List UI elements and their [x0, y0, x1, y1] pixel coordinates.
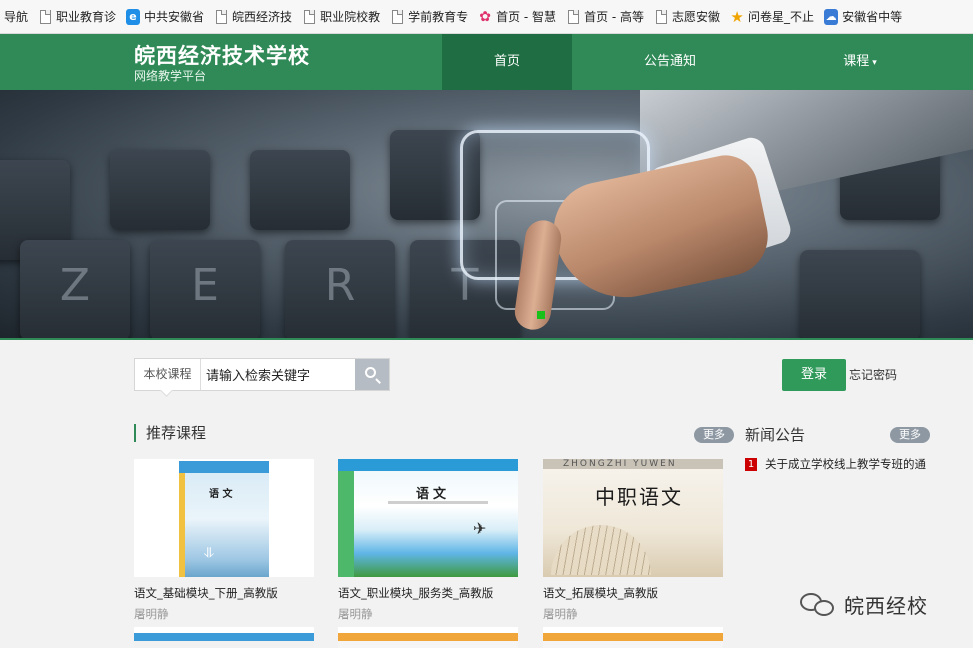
keyboard-key-decor: Z	[20, 240, 130, 338]
login-button[interactable]: 登录	[782, 359, 846, 391]
keyboard-key-decor	[250, 150, 350, 230]
chevron-down-icon: ▾	[872, 58, 877, 68]
bookmark-item[interactable]: 导航	[0, 5, 34, 29]
forgot-password-link[interactable]: 忘记密码	[849, 366, 897, 383]
bookmark-item[interactable]: ✿ 首页 - 智慧	[474, 5, 562, 29]
site-title[interactable]: 皖西经济技术学校	[134, 40, 310, 70]
course-title[interactable]: 语文_职业模块_服务类_高教版	[338, 585, 518, 601]
course-author: 屠明静	[134, 607, 169, 621]
nav-notice-label: 公告通知	[643, 54, 696, 69]
news-title: 新闻公告	[745, 426, 806, 444]
course-author: 屠明静	[543, 607, 578, 621]
search-box: 本校课程	[134, 358, 390, 391]
wechat-icon	[800, 591, 840, 619]
page-icon	[654, 9, 668, 25]
bookmark-item[interactable]: ☁ 安徽省中等	[820, 5, 908, 29]
wechat-watermark: 皖西经校	[800, 590, 928, 619]
course-cover[interactable]: 语 文 ⥥	[134, 459, 314, 577]
bookmark-label: 安徽省中等	[842, 10, 903, 24]
plane-icon: ✈	[473, 519, 487, 538]
course-title[interactable]: 语文_拓展模块_高教版	[543, 585, 723, 601]
book-cover-band	[179, 461, 269, 473]
watermark-text: 皖西经校	[844, 594, 928, 618]
course-card-partial[interactable]	[543, 627, 723, 648]
bookmark-label: 学前教育专	[408, 10, 469, 24]
site-subtitle: 网络教学平台	[134, 69, 207, 83]
nav-home-label: 首页	[493, 54, 520, 69]
course-card-partial[interactable]	[134, 627, 314, 648]
bookmark-item[interactable]: 学前教育专	[386, 5, 474, 29]
page-icon	[38, 9, 52, 25]
book-cover-image	[179, 461, 269, 577]
course-card-partial[interactable]	[338, 627, 518, 648]
bookmark-item[interactable]: 职业教育诊	[34, 5, 122, 29]
keyboard-key-decor	[800, 250, 920, 338]
course-author: 屠明静	[338, 607, 373, 621]
search-input[interactable]	[203, 359, 355, 390]
recommended-courses-title: 推荐课程	[134, 424, 206, 442]
bird-icon: ⥥	[204, 545, 215, 561]
keyboard-key-decor	[110, 150, 210, 230]
news-item[interactable]: 1 关于成立学校线上教学专班的通	[745, 456, 933, 472]
star-icon: ★	[730, 7, 744, 26]
news-more-button[interactable]: 更多	[890, 427, 930, 443]
keyboard-key-decor: E	[150, 240, 260, 338]
nav-course-label: 课程	[843, 54, 870, 69]
bookmark-label: 志愿安徽	[672, 10, 721, 24]
bookmark-item[interactable]: 志愿安徽	[650, 5, 726, 29]
nav-home[interactable]: 首页	[442, 34, 572, 90]
bookmark-label: 皖西经济技	[232, 10, 293, 24]
bookmark-label: 首页 - 智慧	[496, 10, 557, 24]
news-rank-badge: 1	[745, 457, 757, 471]
course-card[interactable]: 语文 ✈ 语文_职业模块_服务类_高教版 屠明静	[338, 459, 518, 622]
nav-notice[interactable]: 公告通知	[600, 34, 740, 90]
search-icon	[365, 367, 376, 378]
bookmarks-bar: 导航 职业教育诊 e 中共安徽省 皖西经济技 职业院校教 学前教育专 ✿ 首页 - …	[0, 0, 973, 34]
bookmark-label: 问卷星_不止	[748, 10, 815, 24]
bookmark-item[interactable]: e 中共安徽省	[122, 5, 210, 29]
book-cover-title: 中职语文	[595, 485, 683, 509]
recommended-more-button[interactable]: 更多	[694, 427, 734, 443]
course-card[interactable]: ZHONGZHI YUWEN 中职语文 语文_拓展模块_高教版 屠明静	[543, 459, 723, 622]
page-icon	[566, 9, 580, 25]
site-header: 皖西经济技术学校 网络教学平台 首页 公告通知 课程 ▾	[0, 34, 973, 90]
page-icon	[302, 9, 316, 25]
keyboard-key-decor: R	[285, 240, 395, 338]
course-card[interactable]: 语 文 ⥥ 语文_基础模块_下册_高教版 屠明静	[134, 459, 314, 622]
flower-icon: ✿	[479, 8, 491, 25]
bookmark-item[interactable]: 皖西经济技	[210, 5, 298, 29]
nav-course[interactable]: 课程 ▾	[790, 34, 930, 90]
search-button[interactable]	[355, 359, 389, 390]
hero-banner: Z E R T	[0, 90, 973, 340]
search-scope-select[interactable]: 本校课程	[135, 359, 201, 390]
bookmark-item[interactable]: 职业院校教	[298, 5, 386, 29]
book-cover-band	[338, 459, 518, 471]
book-cover-pinyin: ZHONGZHI YUWEN	[563, 459, 677, 469]
bookmark-label: 职业教育诊	[56, 10, 117, 24]
course-cover[interactable]: ZHONGZHI YUWEN 中职语文	[543, 459, 723, 577]
book-cover-subtitle-line	[388, 501, 488, 504]
page-icon	[390, 9, 404, 25]
news-item-text: 关于成立学校线上教学专班的通	[765, 457, 926, 471]
bookmark-item[interactable]: 首页 - 高等	[562, 5, 650, 29]
bookmark-item[interactable]: ★ 问卷星_不止	[726, 5, 820, 29]
bookmark-label: 职业院校教	[320, 10, 381, 24]
course-cover[interactable]: 语文 ✈	[338, 459, 518, 577]
book-cover-image	[338, 459, 518, 577]
bookmark-label: 中共安徽省	[144, 10, 205, 24]
book-cover-title: 语文	[416, 487, 451, 502]
carousel-indicator[interactable]	[537, 311, 545, 319]
page-icon	[214, 9, 228, 25]
book-cover-title: 语 文	[209, 489, 233, 500]
cloud-icon: ☁	[824, 8, 839, 25]
bookmark-label: 首页 - 高等	[584, 10, 645, 24]
bookmark-label: 导航	[4, 10, 29, 24]
ie-icon: e	[126, 8, 141, 25]
course-title[interactable]: 语文_基础模块_下册_高教版	[134, 585, 314, 601]
